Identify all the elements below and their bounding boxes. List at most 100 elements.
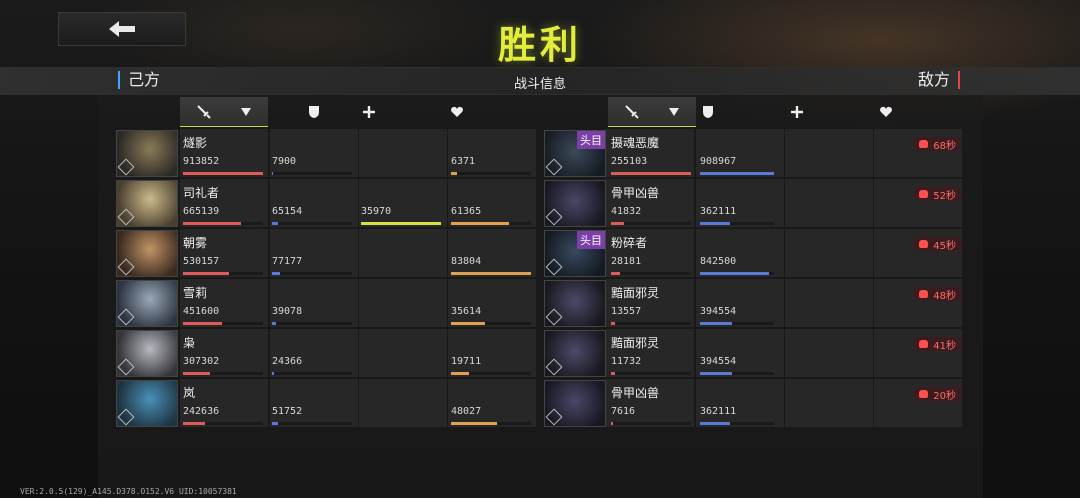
enemy-row[interactable]: 头目 摄魂恶魔 255103 908967 68秒	[544, 129, 962, 177]
hp-bar	[451, 172, 531, 175]
stat-cell	[448, 379, 536, 427]
defense-value: 51752	[272, 406, 303, 417]
enemy-row[interactable]: 骨甲凶兽 41832 362111 52秒	[544, 179, 962, 227]
damage-bar-fill	[611, 322, 615, 325]
hp-bar-fill	[451, 322, 485, 325]
character-name: 司礼者	[183, 186, 220, 200]
class-emblem-icon	[545, 358, 563, 376]
stat-cell	[448, 129, 536, 177]
defense-bar-fill	[272, 172, 273, 175]
boss-tag: 头目	[577, 231, 605, 249]
ally-sort-hp-tab[interactable]	[447, 97, 467, 127]
defense-bar-fill	[272, 222, 279, 225]
stat-cell	[270, 279, 358, 327]
stat-cell	[448, 229, 536, 277]
survival-timer: 41秒	[913, 337, 962, 352]
damage-bar-fill	[183, 222, 241, 225]
class-emblem-icon	[545, 308, 563, 326]
stat-cell	[785, 329, 873, 377]
damage-bar-fill	[611, 272, 620, 275]
defense-value: 394554	[700, 356, 737, 367]
enemy-row[interactable]: 黯面邪灵 11732 394554 41秒	[544, 329, 962, 377]
ally-sort-defense-tab[interactable]	[270, 97, 358, 127]
character-avatar	[116, 230, 178, 277]
class-emblem-icon	[117, 158, 135, 176]
ally-sort-heal-tab[interactable]	[359, 97, 379, 127]
damage-bar	[183, 372, 263, 375]
heal-value: 35970	[361, 206, 392, 217]
version-footer: VER:2.0.5(129)_A145.D378.O152.V6 UID:100…	[20, 487, 237, 496]
character-avatar	[116, 280, 178, 327]
stat-cell	[270, 179, 358, 227]
ally-row[interactable]: 司礼者 665139 65154 35970 61365	[116, 179, 540, 227]
enemy-row[interactable]: 头目 粉碎者 28181 842500 45秒	[544, 229, 962, 277]
ally-row[interactable]: 燧影 913852 7900 6371	[116, 129, 540, 177]
hp-bar	[451, 422, 531, 425]
survival-timer: 20秒	[913, 387, 962, 402]
damage-bar	[183, 422, 263, 425]
heart-icon	[880, 106, 892, 117]
defense-bar-fill	[700, 322, 732, 325]
hp-bar	[451, 272, 531, 275]
damage-bar	[611, 222, 691, 225]
enemy-row[interactable]: 骨甲凶兽 7616 362111 20秒	[544, 379, 962, 427]
stat-cell	[359, 379, 447, 427]
stat-cell	[270, 379, 358, 427]
damage-bar-fill	[611, 422, 614, 425]
stat-cell	[448, 179, 536, 227]
skull-icon	[919, 290, 929, 298]
heart-icon	[451, 106, 463, 117]
hp-bar	[451, 372, 531, 375]
hp-bar-fill	[451, 372, 470, 375]
character-name: 雪莉	[183, 286, 208, 300]
class-emblem-icon	[117, 208, 135, 226]
enemy-name: 摄魂恶魔	[611, 136, 660, 150]
damage-bar	[611, 322, 691, 325]
enemy-sort-hp-tab[interactable]	[876, 97, 896, 127]
ally-row[interactable]: 雪莉 451600 39078 35614	[116, 279, 540, 327]
damage-bar-fill	[183, 322, 223, 325]
defense-bar	[700, 422, 774, 425]
damage-value: 242636	[183, 406, 220, 417]
enemy-name: 黯面邪灵	[611, 286, 660, 300]
timer-value: 41秒	[933, 340, 956, 352]
defense-value: 7900	[272, 156, 297, 167]
damage-bar-fill	[183, 272, 230, 275]
ally-row[interactable]: 岚 242636 51752 48027	[116, 379, 540, 427]
defense-value: 362111	[700, 206, 737, 217]
defense-bar	[700, 322, 774, 325]
defense-value: 842500	[700, 256, 737, 267]
hp-bar	[451, 222, 531, 225]
heal-bar	[361, 222, 441, 225]
ally-row[interactable]: 枭 307302 24366 19711	[116, 329, 540, 377]
damage-bar	[183, 172, 263, 175]
defense-value: 65154	[272, 206, 303, 217]
ally-row[interactable]: 朝雾 530157 77177 83804	[116, 229, 540, 277]
enemy-sort-defense-tab[interactable]	[698, 97, 718, 127]
shield-icon	[703, 106, 713, 118]
damage-bar-fill	[183, 172, 263, 175]
character-avatar	[116, 180, 178, 227]
skull-icon	[919, 140, 929, 148]
defense-bar-fill	[700, 172, 774, 175]
damage-value: 913852	[183, 156, 220, 167]
sword-icon	[625, 104, 639, 119]
stat-cell	[448, 329, 536, 377]
defense-bar-fill	[272, 422, 278, 425]
enemy-sort-damage-tab[interactable]	[608, 97, 696, 127]
damage-bar-fill	[183, 422, 205, 425]
defense-bar-fill	[700, 422, 730, 425]
skull-icon	[919, 390, 929, 398]
hp-value: 35614	[451, 306, 482, 317]
hp-bar-fill	[451, 272, 531, 275]
stat-cell	[270, 229, 358, 277]
timer-value: 52秒	[933, 190, 956, 202]
enemy-row[interactable]: 黯面邪灵 13557 394554 48秒	[544, 279, 962, 327]
enemy-avatar	[544, 180, 606, 227]
damage-bar	[183, 272, 263, 275]
enemy-avatar	[544, 280, 606, 327]
enemy-sort-heal-tab[interactable]	[787, 97, 807, 127]
ally-sort-damage-tab[interactable]	[180, 97, 268, 127]
damage-value: 530157	[183, 256, 220, 267]
defense-bar-fill	[272, 272, 280, 275]
